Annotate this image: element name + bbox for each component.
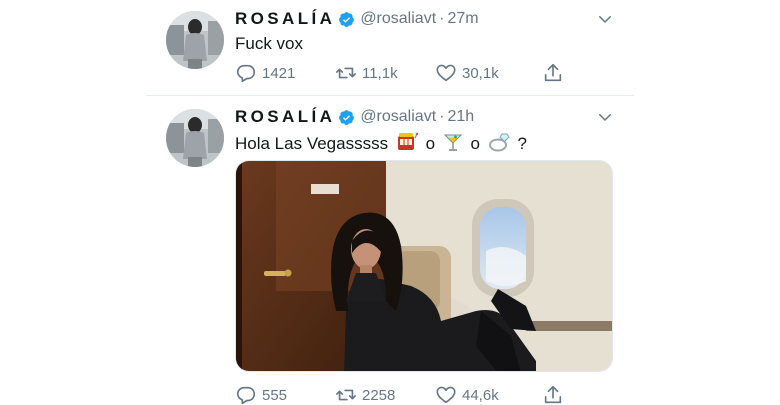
text-segment: o — [470, 134, 480, 153]
slot-machine-icon — [397, 132, 418, 150]
reply-count: 555 — [262, 386, 288, 404]
separator: · — [439, 10, 445, 27]
reply-icon — [236, 386, 256, 405]
heart-icon — [436, 64, 456, 82]
share-icon — [544, 385, 562, 404]
like-button[interactable]: 30,1k — [435, 62, 542, 84]
ring-icon — [488, 133, 510, 152]
verified-badge-icon — [339, 11, 355, 27]
chevron-down-icon[interactable] — [596, 10, 614, 28]
retweet-count: 2258 — [362, 386, 396, 404]
author-handle[interactable]: @rosaliavt — [360, 108, 436, 126]
timestamp[interactable]: 21h — [447, 108, 474, 126]
reply-count: 1421 — [262, 64, 296, 82]
share-button[interactable] — [542, 62, 569, 84]
reply-button[interactable]: 1421 — [235, 62, 335, 84]
cocktail-icon — [443, 134, 462, 151]
text-segment: o — [425, 134, 436, 153]
text-segment: ? — [517, 134, 527, 153]
reply-button[interactable]: 555 — [235, 384, 335, 405]
like-count: 30,1k — [462, 64, 499, 82]
retweet-count: 11,1k — [362, 64, 398, 82]
share-icon — [544, 63, 562, 82]
author-handle[interactable]: @rosaliavt — [360, 10, 436, 28]
retweet-icon — [336, 67, 356, 79]
tweet[interactable]: ROSALÍA @rosaliavt · 27m Fuck vox 1421 1… — [146, 0, 634, 96]
tweet-photo[interactable] — [235, 160, 613, 372]
like-count: 44,6k — [462, 386, 499, 404]
heart-icon — [436, 386, 456, 404]
tweet-actions: 555 2258 44,6k — [235, 384, 569, 405]
avatar[interactable] — [166, 109, 224, 167]
tweet[interactable]: ROSALÍA @rosaliavt · 21h Hola Las Vegass… — [146, 96, 634, 405]
timestamp[interactable]: 27m — [447, 10, 478, 28]
tweet-text: Fuck vox — [235, 34, 304, 53]
retweet-button[interactable]: 2258 — [335, 384, 435, 405]
author-name[interactable]: ROSALÍA — [235, 107, 335, 127]
text-segment: Hola Las Vegasssss — [235, 134, 389, 153]
like-button[interactable]: 44,6k — [435, 384, 542, 405]
reply-icon — [236, 64, 256, 83]
tweet-header: ROSALÍA @rosaliavt · 21h — [235, 106, 614, 128]
separator: · — [439, 108, 445, 125]
author-name[interactable]: ROSALÍA — [235, 9, 335, 29]
verified-badge-icon — [339, 109, 355, 125]
avatar[interactable] — [166, 11, 224, 69]
chevron-down-icon[interactable] — [596, 108, 614, 126]
share-button[interactable] — [542, 384, 569, 405]
tweet-text: Hola Las Vegasssss o o ? — [235, 132, 614, 154]
retweet-icon — [336, 389, 356, 401]
tweet-actions: 1421 11,1k 30,1k — [235, 62, 569, 84]
tweet-header: ROSALÍA @rosaliavt · 27m — [235, 8, 614, 30]
retweet-button[interactable]: 11,1k — [335, 62, 435, 84]
